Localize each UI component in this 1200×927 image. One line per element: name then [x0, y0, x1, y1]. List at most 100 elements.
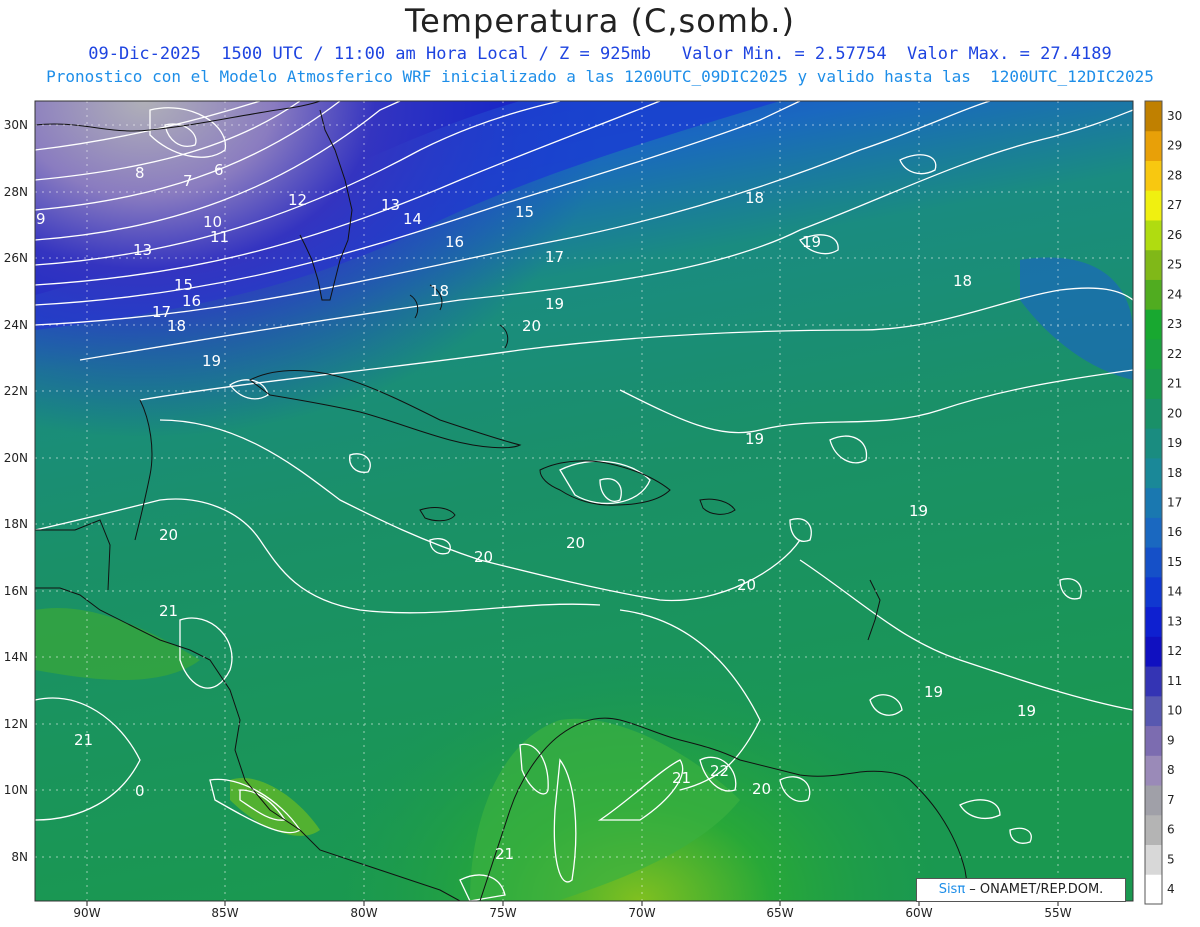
lon-label: 85W — [211, 906, 238, 920]
colorbar-swatch — [1145, 249, 1162, 280]
colorbar-swatch — [1145, 130, 1162, 161]
contour-label: 16 — [182, 292, 201, 310]
contour-label: 7 — [183, 172, 193, 190]
contour-label: 13 — [133, 241, 152, 259]
lon-label: 80W — [350, 906, 377, 920]
contour-label: 20 — [159, 526, 178, 544]
lon-label: 70W — [628, 906, 655, 920]
lat-label: 22N — [4, 384, 28, 398]
lon-axis-labels: 90W 85W 80W 75W 70W 65W 60W 55W — [73, 906, 1071, 920]
lat-label: 28N — [4, 185, 28, 199]
colorbar-swatch — [1145, 576, 1162, 608]
colorbar-swatch — [1145, 101, 1162, 132]
contour-label: 22 — [710, 762, 729, 780]
colorbar-tick-label: 7 — [1167, 793, 1175, 807]
colorbar-swatch — [1145, 279, 1162, 310]
lon-label: 75W — [489, 906, 516, 920]
lon-label: 90W — [73, 906, 100, 920]
contour-label: 18 — [167, 317, 186, 335]
lon-label: 60W — [905, 906, 932, 920]
contour-label: 20 — [737, 576, 756, 594]
colorbar-tick-label: 17 — [1167, 496, 1182, 510]
contour-label: 16 — [445, 233, 464, 251]
lat-label: 18N — [4, 517, 28, 531]
lat-label: 8N — [11, 850, 28, 864]
contour-label: 19 — [802, 233, 821, 251]
temperature-map: 9 8 7 6 10 11 12 13 13 14 15 16 15 16 17… — [4, 100, 1182, 920]
colorbar-tick-label: 22 — [1167, 347, 1182, 361]
lon-label: 65W — [766, 906, 793, 920]
contour-label: 8 — [135, 164, 145, 182]
contour-label: 19 — [202, 352, 221, 370]
lat-label: 10N — [4, 783, 28, 797]
colorbar-tick-label: 15 — [1167, 555, 1182, 569]
credit-badge: Sisπ – ONAMET/REP.DOM. — [916, 878, 1126, 902]
colorbar-tick-label: 11 — [1167, 674, 1182, 688]
onamet-credit: – ONAMET/REP.DOM. — [965, 882, 1104, 897]
contour-label: 19 — [1017, 702, 1036, 720]
contour-label: 0 — [135, 782, 145, 800]
colorbar-tick-label: 8 — [1167, 763, 1175, 777]
contour-label: 6 — [214, 161, 224, 179]
lat-label: 20N — [4, 451, 28, 465]
contour-label: 13 — [381, 196, 400, 214]
lat-label: 24N — [4, 318, 28, 332]
lat-label: 30N — [4, 118, 28, 132]
contour-label: 19 — [924, 683, 943, 701]
contour-label: 20 — [474, 548, 493, 566]
colorbar-swatch — [1145, 190, 1162, 221]
colorbar-swatch — [1145, 874, 1162, 905]
contour-label: 19 — [545, 295, 564, 313]
contour-label: 18 — [745, 189, 764, 207]
lat-axis-labels: 30N 28N 26N 24N 22N 20N 18N 16N 14N 12N … — [4, 118, 28, 864]
contour-label: 20 — [566, 534, 585, 552]
colorbar: 4 5 6 7 8 9 10 11 12 13 14 15 16 17 18 19 20 21 22 23 24 25 26… — [1144, 100, 1182, 905]
colorbar-swatch — [1145, 606, 1162, 637]
contour-label: 17 — [545, 248, 564, 266]
colorbar-swatch — [1145, 666, 1162, 697]
colorbar-swatch — [1145, 725, 1162, 756]
contour-label: 20 — [522, 317, 541, 335]
contour-label: 15 — [515, 203, 534, 221]
colorbar-swatch — [1145, 338, 1162, 370]
contour-label: 14 — [403, 210, 422, 228]
lon-label: 55W — [1044, 906, 1071, 920]
lat-label: 16N — [4, 584, 28, 598]
lat-label: 14N — [4, 650, 28, 664]
colorbar-tick-label: 24 — [1167, 287, 1182, 301]
contour-label: 12 — [288, 191, 307, 209]
colorbar-swatch — [1145, 160, 1162, 191]
colorbar-tick-label: 20 — [1167, 406, 1182, 420]
colorbar-swatch — [1145, 547, 1162, 578]
colorbar-tick-label: 26 — [1167, 228, 1182, 242]
colorbar-tick-label: 18 — [1167, 466, 1182, 480]
colorbar-swatch — [1145, 755, 1162, 786]
colorbar-tick-label: 16 — [1167, 525, 1182, 539]
contour-label: 21 — [74, 731, 93, 749]
colorbar-swatch — [1145, 636, 1162, 667]
colorbar-swatch — [1145, 309, 1162, 340]
contour-label: 19 — [745, 430, 764, 448]
colorbar-tick-label: 9 — [1167, 733, 1175, 747]
colorbar-tick-label: 25 — [1167, 258, 1182, 272]
colorbar-swatch — [1145, 398, 1162, 429]
colorbar-tick-label: 12 — [1167, 644, 1182, 658]
lat-label: 12N — [4, 717, 28, 731]
colorbar-tick-label: 5 — [1167, 852, 1175, 866]
colorbar-swatch — [1145, 219, 1162, 251]
map-plot-area: 9 8 7 6 10 11 12 13 13 14 15 16 15 16 17… — [35, 101, 1133, 901]
colorbar-swatch — [1145, 844, 1162, 875]
contour-label: 18 — [953, 272, 972, 290]
colorbar-swatch — [1145, 517, 1162, 548]
contour-label: 11 — [210, 228, 229, 246]
contour-label: 18 — [430, 282, 449, 300]
colorbar-tick-label: 28 — [1167, 168, 1182, 182]
colorbar-tick-label: 21 — [1167, 377, 1182, 391]
colorbar-tick-label: 29 — [1167, 139, 1182, 153]
colorbar-swatch — [1145, 814, 1162, 846]
colorbar-tick-label: 30 — [1167, 109, 1182, 123]
contour-label: 21 — [672, 769, 691, 787]
colorbar-tick-label: 6 — [1167, 823, 1175, 837]
colorbar-tick-label: 14 — [1167, 585, 1182, 599]
colorbar-tick-label: 23 — [1167, 317, 1182, 331]
